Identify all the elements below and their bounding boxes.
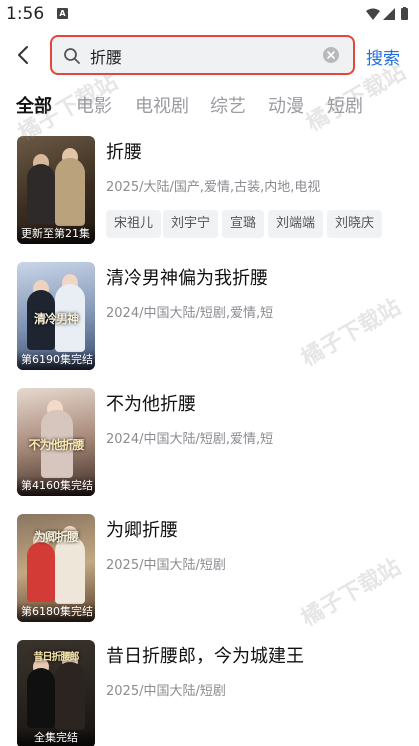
episode-badge: 全集完结 [17,728,95,746]
poster-image: 昔日折腰郎 全集完结 [17,640,95,746]
result-meta: 2025/中国大陆/短剧 [106,684,226,699]
wifi-icon [366,8,380,20]
cast-chip[interactable]: 刘晓庆 [327,210,383,238]
category-tabs: 全部 电影 电视剧 综艺 动漫 短剧 [0,90,419,122]
status-time: 1:56 [6,4,45,24]
cast-chip[interactable]: 刘端端 [268,210,324,238]
episode-badge: 第6180集完结 [17,602,95,622]
signal-icon [383,8,395,20]
result-title: 不为他折腰 [106,394,196,415]
episode-badge: 第4160集完结 [17,476,95,496]
tab-variety[interactable]: 综艺 [210,92,246,118]
result-item[interactable]: 昔日折腰郎 全集完结 昔日折腰郎，今为城建王 2025/中国大陆/短剧 [0,638,419,746]
poster-title: 清冷男神 [33,312,79,326]
tab-movies[interactable]: 电影 [76,92,112,118]
battery-icon [401,8,408,20]
search-input[interactable] [90,43,320,69]
magnifier-icon [64,48,80,64]
result-meta: 2024/中国大陆/短剧,爱情,短 [106,306,274,321]
tab-short-drama[interactable]: 短剧 [327,92,363,118]
poster-title: 昔日折腰郎 [33,652,80,663]
poster-title: 为卿折腰 [33,530,79,544]
search-box[interactable] [50,35,355,75]
result-title: 为卿折腰 [106,520,178,541]
poster-title: 不为他折腰 [28,438,84,452]
status-icons [366,7,408,20]
tab-anime[interactable]: 动漫 [268,92,304,118]
poster-image: 更新至第21集 [17,136,95,244]
search-button[interactable]: 搜索 [366,44,400,69]
result-item[interactable]: 不为他折腰 第4160集完结 不为他折腰 2024/中国大陆/短剧,爱情,短 [0,386,419,498]
episode-badge: 第6190集完结 [17,350,95,370]
result-item[interactable]: 为卿折腰 第6180集完结 为卿折腰 2025/中国大陆/短剧 [0,512,419,624]
result-meta: 2025/中国大陆/短剧 [106,558,226,573]
cast-chip[interactable]: 宣璐 [222,210,265,238]
chevron-left-icon[interactable] [12,43,36,67]
poster-image: 清冷男神 第6190集完结 [17,262,95,370]
tab-tv-series[interactable]: 电视剧 [135,92,189,118]
search-bar-row: 搜索 [0,30,419,82]
poster-image: 不为他折腰 第4160集完结 [17,388,95,496]
result-title: 折腰 [106,142,142,163]
notification-icon: A [57,8,68,19]
episode-badge: 更新至第21集 [17,224,95,244]
tab-all[interactable]: 全部 [16,92,52,118]
result-item[interactable]: 清冷男神 第6190集完结 清冷男神偏为我折腰 2024/中国大陆/短剧,爱情,… [0,260,419,372]
cast-chip[interactable]: 宋祖儿 [106,210,162,238]
result-title: 清冷男神偏为我折腰 [106,268,268,289]
result-title: 昔日折腰郎，今为城建王 [106,646,304,667]
poster-image: 为卿折腰 第6180集完结 [17,514,95,622]
result-item[interactable]: 更新至第21集 折腰 2025/大陆/国产,爱情,古装,内地,电视 宋祖儿 刘宇… [0,134,419,246]
cast-chip[interactable]: 刘宇宁 [163,210,219,238]
result-meta: 2024/中国大陆/短剧,爱情,短 [106,432,274,447]
close-circle-icon[interactable] [323,47,339,63]
status-bar: 1:56 A [0,0,419,30]
result-meta: 2025/大陆/国产,爱情,古装,内地,电视 [106,180,321,195]
